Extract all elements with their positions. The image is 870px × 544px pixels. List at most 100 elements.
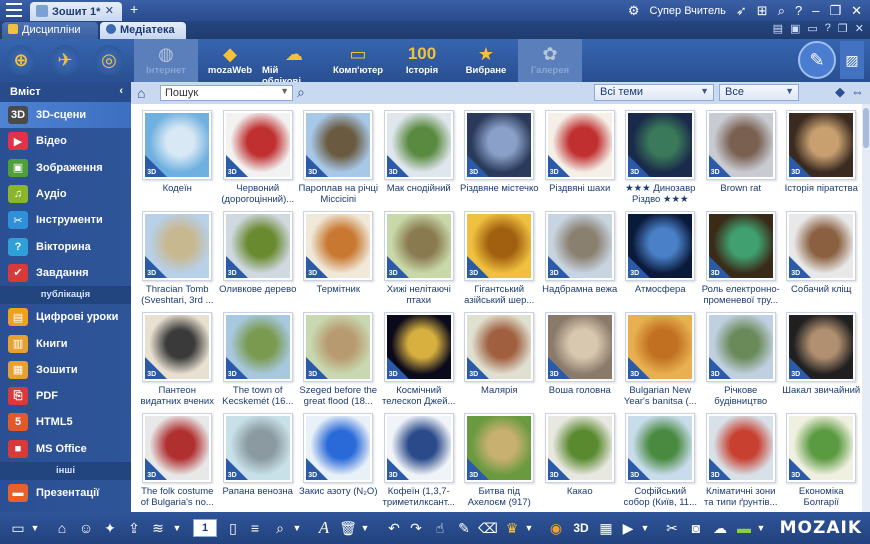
- tile-thumbnail[interactable]: 3D: [544, 413, 615, 483]
- redo-icon[interactable]: ↷: [406, 518, 426, 538]
- play-icon[interactable]: ▶: [618, 518, 638, 538]
- close-window-icon[interactable]: ✕: [851, 3, 862, 19]
- search-input[interactable]: Пошук ▼: [160, 85, 293, 101]
- 3d-icon-2[interactable]: 3D: [570, 518, 592, 538]
- share-icon[interactable]: ⇪: [124, 518, 144, 538]
- chevron-down-icon[interactable]: ▼: [280, 86, 289, 96]
- media-tile[interactable]: 3D ★★★ Динозавр Різдво ★★★: [620, 110, 701, 211]
- expand-icon[interactable]: ⇔: [851, 84, 864, 100]
- camera-icon[interactable]: ◙: [686, 518, 706, 538]
- sidebar-item-digital-lesson[interactable]: ▤ Цифрові уроки: [0, 304, 131, 330]
- tab-notebook[interactable]: Зошит 1* ✕: [30, 2, 122, 21]
- tile-thumbnail[interactable]: 3D: [705, 211, 776, 281]
- media-tile[interactable]: 3D Софійський собор (Київ, 11...: [620, 413, 701, 512]
- media-tile[interactable]: 3D Хижі нелітаючі птахи: [379, 211, 460, 312]
- layers-icon[interactable]: ≋: [148, 518, 168, 538]
- toolbar-mozaweb[interactable]: ◆ mozaWeb: [198, 39, 262, 82]
- target-button[interactable]: ◎: [94, 45, 124, 75]
- device-icon[interactable]: ▬: [734, 518, 754, 538]
- restore-icon-2[interactable]: ❐: [838, 22, 848, 35]
- tab-disciplines[interactable]: Дисципліни: [2, 22, 98, 39]
- tile-thumbnail[interactable]: 3D: [786, 312, 857, 382]
- film-icon[interactable]: ▦: [596, 518, 616, 538]
- page-icon[interactable]: ▯: [224, 518, 242, 538]
- sidebar-item-pdf[interactable]: ⎘ PDF: [0, 383, 131, 409]
- mozaweb-icon[interactable]: ◉: [546, 518, 566, 538]
- topics-select[interactable]: Всі теми ▼: [594, 84, 714, 101]
- media-tile[interactable]: 3D Bulgarian New Year's banitsa (...: [620, 312, 701, 413]
- tile-thumbnail[interactable]: 3D: [464, 110, 535, 180]
- minimize-icon[interactable]: –: [812, 3, 819, 18]
- screen-icon[interactable]: ▭: [807, 22, 817, 35]
- tile-thumbnail[interactable]: 3D: [303, 211, 374, 281]
- tile-thumbnail[interactable]: 3D: [142, 413, 213, 483]
- sidebar-item-ms-office[interactable]: ■ MS Office: [0, 436, 131, 462]
- picture-button[interactable]: ▨: [840, 41, 864, 79]
- wrench-icon[interactable]: ✦: [100, 518, 120, 538]
- tile-thumbnail[interactable]: 3D: [142, 211, 213, 281]
- chevron-down-icon-6[interactable]: ▼: [292, 518, 302, 538]
- tile-thumbnail[interactable]: 3D: [222, 110, 293, 180]
- close-icon-2[interactable]: ✕: [855, 22, 864, 35]
- users-icon[interactable]: ☺: [76, 518, 96, 538]
- tile-thumbnail[interactable]: 3D: [705, 110, 776, 180]
- tile-thumbnail[interactable]: 3D: [625, 413, 696, 483]
- pin-button[interactable]: ✎: [798, 41, 836, 79]
- media-tile[interactable]: 3D Воша головна: [540, 312, 621, 413]
- help-icon-2[interactable]: ?: [825, 22, 831, 35]
- close-icon[interactable]: ✕: [105, 4, 114, 17]
- tile-thumbnail[interactable]: 3D: [383, 211, 454, 281]
- tile-thumbnail[interactable]: 3D: [625, 312, 696, 382]
- media-tile[interactable]: 3D Термітник: [298, 211, 379, 312]
- home-icon[interactable]: ⌂: [137, 85, 145, 101]
- sidebar-item-image[interactable]: ▣ Зображення: [0, 155, 131, 181]
- media-tile[interactable]: 3D Оливкове дерево: [218, 211, 299, 312]
- media-tile[interactable]: 3D Рапана венозна: [218, 413, 299, 512]
- media-tile[interactable]: 3D Мак снодійний: [379, 110, 460, 211]
- sidebar-item-presentation[interactable]: ▬ Презентації: [0, 480, 131, 506]
- media-tile[interactable]: 3D Какао: [540, 413, 621, 512]
- chevron-down-icon-8[interactable]: ▼: [524, 518, 534, 538]
- media-tile[interactable]: 3D Річкове будівництво: [701, 312, 782, 413]
- navigate-icon[interactable]: ◆: [835, 84, 845, 100]
- user-name[interactable]: Супер Вчитель: [650, 5, 726, 17]
- media-tile[interactable]: 3D Гігантський азійський шер...: [459, 211, 540, 312]
- media-tile[interactable]: 3D Собачий кліщ: [781, 211, 862, 312]
- new-tab-button[interactable]: +: [130, 1, 138, 17]
- media-tile[interactable]: 3D Битва під Ахелоєм (917): [459, 413, 540, 512]
- sidebar-item-audio[interactable]: ♫ Аудіо: [0, 181, 131, 207]
- media-tile[interactable]: 3D Роль електронно-променевої тру...: [701, 211, 782, 312]
- settings-icon[interactable]: ⚙: [628, 3, 640, 19]
- sidebar-item-book[interactable]: ▥ Книги: [0, 330, 131, 356]
- search-icon[interactable]: ⌕: [778, 3, 785, 19]
- tile-thumbnail[interactable]: 3D: [383, 312, 454, 382]
- media-tile[interactable]: 3D Шакал звичайний: [781, 312, 862, 413]
- tile-thumbnail[interactable]: 3D: [303, 312, 374, 382]
- trash-icon[interactable]: 🗑: [338, 518, 358, 538]
- tile-thumbnail[interactable]: 3D: [383, 413, 454, 483]
- search-icon-2[interactable]: ⌕: [297, 84, 305, 101]
- apps-icon[interactable]: ⊞: [757, 3, 768, 19]
- media-tile[interactable]: 3D Пантеон видатних вчених: [137, 312, 218, 413]
- tile-thumbnail[interactable]: 3D: [222, 413, 293, 483]
- sidebar-item-task[interactable]: ✔ Завдання: [0, 260, 131, 286]
- tile-thumbnail[interactable]: 3D: [544, 211, 615, 281]
- sidebar-item-3d[interactable]: 3D 3D-сцени: [0, 102, 131, 129]
- media-tile[interactable]: 3D Thracian Tomb (Sveshtari, 3rd ...: [137, 211, 218, 312]
- media-tile[interactable]: 3D Економіка Болгарії: [781, 413, 862, 512]
- toolbar-star[interactable]: ★ Вибране: [454, 39, 518, 82]
- chevron-down-icon-4[interactable]: ▼: [30, 518, 40, 538]
- tile-thumbnail[interactable]: 3D: [222, 312, 293, 382]
- help-icon[interactable]: ?: [795, 3, 802, 18]
- list-icon[interactable]: ≡: [246, 518, 264, 538]
- toolbar-globe[interactable]: ◍ Інтернет: [134, 39, 198, 82]
- toolbar-computer[interactable]: ▭ Комп'ютер: [326, 39, 390, 82]
- tile-thumbnail[interactable]: 3D: [303, 110, 374, 180]
- chevron-down-icon-9[interactable]: ▼: [640, 518, 650, 538]
- sidebar-item-notebook[interactable]: ▦ Зошити: [0, 357, 131, 383]
- media-tile[interactable]: 3D The folk costume of Bulgaria's no...: [137, 413, 218, 512]
- eraser-icon[interactable]: ⌫: [478, 518, 498, 538]
- media-tile[interactable]: 3D Червоний (дорогоцінний)...: [218, 110, 299, 211]
- tile-thumbnail[interactable]: 3D: [464, 413, 535, 483]
- chevron-down-icon-10[interactable]: ▼: [756, 518, 766, 538]
